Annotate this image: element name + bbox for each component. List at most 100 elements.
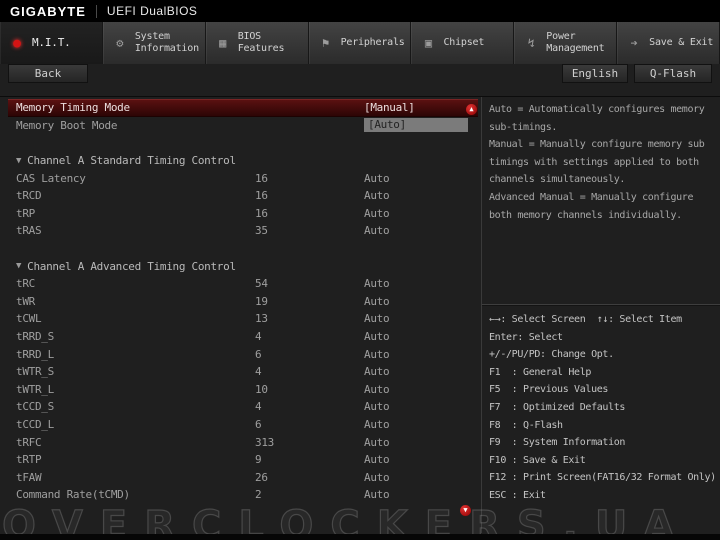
setting-auto: Auto — [364, 417, 390, 431]
setting-value: 4 — [255, 365, 262, 379]
bios-grid-icon: ▦ — [219, 36, 227, 50]
tab-label: Save & Exit — [649, 36, 714, 48]
section-label: Channel A Advanced Timing Control — [27, 259, 236, 273]
setting-label: tRFC — [16, 435, 42, 449]
panel-divider — [482, 304, 720, 305]
setting-value: [Auto] — [364, 118, 468, 133]
setting-label: Memory Timing Mode — [16, 101, 130, 115]
setting-value: 54 — [255, 277, 268, 291]
setting-row[interactable]: CAS Latency 16 Auto — [8, 169, 478, 187]
section-label: Channel A Standard Timing Control — [27, 154, 236, 168]
setting-auto: Auto — [364, 206, 390, 220]
setting-label: Command Rate(tCMD) — [16, 488, 130, 502]
setting-row[interactable]: tFAW 26 Auto — [8, 468, 478, 486]
setting-auto: Auto — [364, 488, 390, 502]
setting-value: 4 — [255, 330, 262, 344]
scroll-up-indicator[interactable]: ▲ — [466, 104, 477, 115]
setting-row[interactable]: tWR 19 Auto — [8, 293, 478, 311]
help-line: both memory channels individually. — [489, 209, 682, 221]
setting-row[interactable]: tCCD_L 6 Auto — [8, 416, 478, 434]
setting-auto: Auto — [364, 171, 390, 185]
setting-row[interactable]: tRRD_L 6 Auto — [8, 345, 478, 363]
language-button[interactable]: English — [562, 64, 628, 83]
setting-value: 16 — [255, 171, 268, 185]
setting-row[interactable]: tCWL 13 Auto — [8, 310, 478, 328]
bios-screen: GIGABYTE UEFI DualBIOS ● M.I.T. ⚙ System In… — [0, 0, 720, 540]
setting-auto: Auto — [364, 294, 390, 308]
key-line: ←→: Select Screen ↑↓: Select Item — [489, 314, 682, 325]
setting-row[interactable]: tRFC 313 Auto — [8, 433, 478, 451]
setting-value: 26 — [255, 470, 268, 484]
setting-row[interactable]: tRC 54 Auto — [8, 275, 478, 293]
setting-row[interactable]: Memory Boot Mode [Auto] — [8, 117, 478, 135]
setting-auto: Auto — [364, 224, 390, 238]
qflash-button[interactable]: Q-Flash — [634, 64, 712, 83]
row-spacer — [8, 240, 478, 258]
bios-title: UEFI DualBIOS — [106, 4, 198, 18]
setting-auto: Auto — [364, 382, 390, 396]
section-header[interactable]: ▼ Channel A Standard Timing Control — [8, 152, 478, 170]
setting-value: 6 — [255, 417, 262, 431]
collapse-triangle-icon: ▼ — [16, 155, 22, 166]
setting-row[interactable]: tWTR_S 4 Auto — [8, 363, 478, 381]
tab-power-management[interactable]: ↯ Power Management — [514, 22, 618, 64]
tab-system-information[interactable]: ⚙ System Information — [103, 22, 206, 64]
help-line: Auto = Automatically configures memory — [489, 104, 705, 115]
key-line: F7 : Optimized Defaults — [489, 401, 626, 413]
key-line: F10 : Save & Exit — [489, 454, 586, 466]
tab-peripherals[interactable]: ⚑ Peripherals — [309, 22, 412, 64]
setting-auto: Auto — [364, 453, 390, 467]
setting-auto: Auto — [364, 400, 390, 414]
setting-row[interactable]: tRRD_S 4 Auto — [8, 328, 478, 346]
setting-label: tRRD_S — [16, 330, 54, 344]
chipset-icon: ▣ — [424, 36, 433, 50]
setting-label: tFAW — [16, 470, 42, 484]
setting-row[interactable]: tWTR_L 10 Auto — [8, 381, 478, 399]
tab-bios-features[interactable]: ▦ BIOS Features — [206, 22, 309, 64]
setting-value: 10 — [255, 382, 268, 396]
setting-value: 9 — [255, 453, 262, 467]
setting-value: [Manual] — [364, 101, 415, 115]
setting-row[interactable]: tCCD_S 4 Auto — [8, 398, 478, 416]
setting-auto: Auto — [364, 365, 390, 379]
settings-list: Memory Timing Mode [Manual] Memory Boot Mo… — [8, 99, 478, 504]
setting-label: tCCD_S — [16, 400, 54, 414]
row-spacer — [8, 134, 478, 152]
setting-label: tWR — [16, 294, 35, 308]
tab-label: BIOS Features — [237, 30, 285, 55]
setting-auto: Auto — [364, 277, 390, 291]
setting-row[interactable]: tRAS 35 Auto — [8, 222, 478, 240]
setting-row[interactable]: tRTP 9 Auto — [8, 451, 478, 469]
tab-label: Chipset — [443, 36, 485, 48]
setting-auto: Auto — [364, 189, 390, 203]
setting-value: 4 — [255, 400, 262, 414]
key-line: F8 : Q-Flash — [489, 419, 563, 431]
setting-row[interactable]: tRCD 16 Auto — [8, 187, 478, 205]
tab-label: Peripherals — [340, 36, 405, 48]
tab-bar: ● M.I.T. ⚙ System Information ▦ BIOS Features… — [0, 22, 720, 64]
setting-value: 6 — [255, 347, 262, 361]
top-bar: GIGABYTE UEFI DualBIOS — [0, 0, 720, 22]
mit-icon: ● — [13, 35, 21, 51]
setting-value: 19 — [255, 294, 268, 308]
tab-chipset[interactable]: ▣ Chipset — [411, 22, 515, 64]
back-button[interactable]: Back — [8, 64, 88, 83]
tab-label: System Information — [134, 30, 199, 55]
setting-label: tRAS — [16, 224, 42, 238]
setting-label: tRC — [16, 277, 35, 291]
key-line: F12 : Print Screen(FAT16/32 Format Only) — [489, 472, 716, 484]
tab-save-exit[interactable]: ➔ Save & Exit — [617, 22, 720, 64]
setting-row[interactable]: Memory Timing Mode [Manual] — [8, 99, 478, 117]
section-header[interactable]: ▼ Channel A Advanced Timing Control — [8, 257, 478, 275]
setting-label: CAS Latency — [16, 171, 86, 185]
setting-row[interactable]: tRP 16 Auto — [8, 205, 478, 223]
setting-row[interactable]: Command Rate(tCMD) 2 Auto — [8, 486, 478, 504]
setting-auto: Auto — [364, 435, 390, 449]
tab-mit[interactable]: ● M.I.T. — [0, 22, 103, 64]
key-line: F5 : Previous Values — [489, 384, 609, 396]
scroll-down-indicator[interactable]: ▼ — [460, 505, 471, 516]
help-line: Advanced Manual = Manually configure — [489, 191, 694, 203]
toolbar: Back English Q-Flash — [0, 63, 720, 87]
setting-label: tCWL — [16, 312, 42, 326]
setting-label: tCCD_L — [16, 417, 54, 431]
